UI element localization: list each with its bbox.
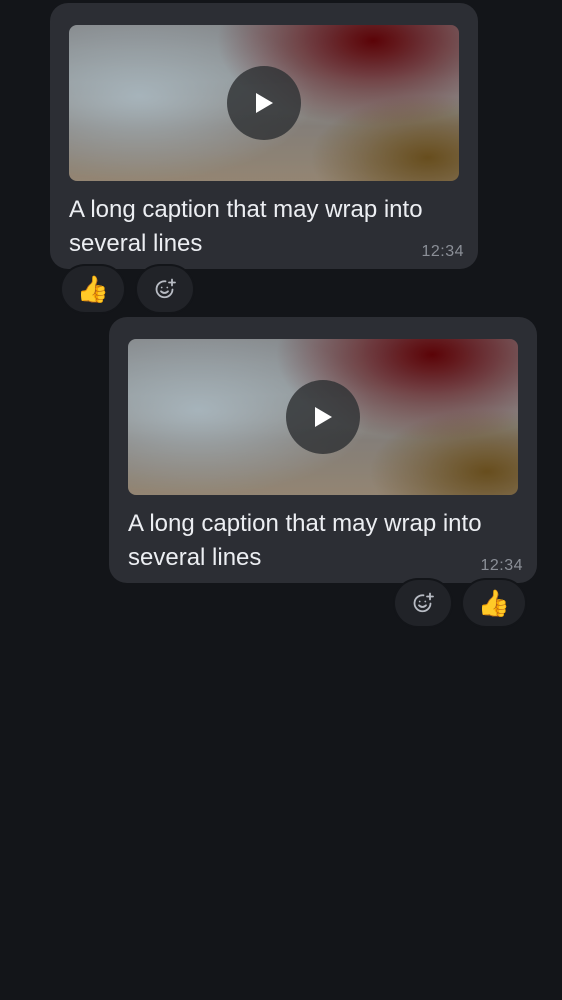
message-caption: A long caption that may wrap into severa… [69, 196, 423, 257]
play-button[interactable] [286, 380, 360, 454]
video-thumbnail[interactable] [128, 339, 518, 495]
video-thumbnail[interactable] [69, 25, 459, 181]
play-icon [256, 93, 273, 113]
message-bubble-2[interactable]: A long caption that may wrap into severa… [109, 317, 537, 583]
message-bubble-1[interactable]: A long caption that may wrap into severa… [50, 3, 478, 269]
play-icon [315, 407, 332, 427]
play-button[interactable] [227, 66, 301, 140]
message-caption: A long caption that may wrap into severa… [128, 510, 482, 571]
reaction-thumbs-up[interactable]: 👍 [463, 580, 525, 626]
reaction-thumbs-up[interactable]: 👍 [62, 266, 124, 312]
add-reaction-icon [155, 278, 176, 299]
message-timestamp: 12:34 [480, 557, 523, 574]
add-reaction-icon [413, 592, 434, 613]
add-reaction-button[interactable] [137, 266, 193, 312]
message-timestamp: 12:34 [421, 243, 464, 260]
thumbs-up-icon: 👍 [76, 274, 110, 304]
thumbs-up-icon: 👍 [477, 588, 511, 618]
add-reaction-button[interactable] [395, 580, 451, 626]
